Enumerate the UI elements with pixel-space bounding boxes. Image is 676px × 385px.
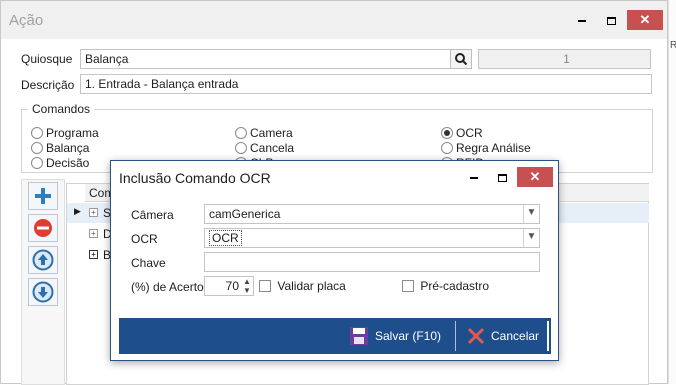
comandos-legend: Comandos — [28, 102, 95, 116]
minimize-icon — [470, 176, 478, 179]
radio-label: Regra Análise — [456, 141, 531, 155]
acerto-value: 70 — [225, 279, 239, 293]
save-icon — [350, 327, 368, 345]
chevron-down-icon[interactable]: ▼ — [523, 205, 539, 223]
quiosque-label: Quiosque — [21, 52, 73, 66]
validar-placa-label: Validar placa — [277, 279, 346, 293]
ocr-select[interactable]: OCR ▼ — [204, 228, 540, 248]
footer-divider — [455, 321, 456, 351]
dialog-close-button[interactable]: ✕ — [517, 167, 553, 187]
radio-label: Cancela — [250, 141, 295, 155]
radio-circle — [31, 142, 43, 154]
checkbox-box — [259, 280, 271, 292]
row-pointer-icon: ▶ — [74, 206, 81, 216]
acerto-label: (%) de Acerto — [131, 280, 204, 294]
minus-circle-icon — [34, 219, 52, 237]
background-window-label: R — [670, 40, 676, 51]
camera-select[interactable]: camGenerica ▼ — [204, 204, 540, 224]
footer-edge — [547, 321, 549, 351]
minimize-button[interactable] — [569, 10, 595, 30]
cancel-label: Cancelar — [491, 329, 540, 343]
remove-button[interactable] — [28, 214, 58, 242]
quiosque-id-field: 1 — [478, 49, 651, 69]
radio-circle — [235, 127, 247, 139]
plus-icon — [35, 188, 51, 204]
spinner-arrows-icon[interactable]: ▲ ▼ — [242, 277, 252, 295]
ocr-command-dialog: Inclusão Comando OCR ✕ Câmera camGeneric… — [110, 160, 559, 361]
expand-icon[interactable]: + — [89, 229, 98, 238]
expand-icon[interactable]: + — [89, 208, 98, 217]
radio-circle-selected — [441, 127, 453, 139]
arrow-up-icon — [32, 249, 54, 271]
chave-label: Chave — [131, 256, 166, 270]
add-button[interactable] — [28, 182, 58, 210]
radio-circle — [441, 142, 453, 154]
arrow-down-icon — [32, 281, 54, 303]
background-window-edge — [668, 0, 676, 384]
radio-label: Programa — [46, 126, 99, 140]
radio-cancela[interactable]: Cancela — [235, 141, 294, 155]
radio-decisao[interactable]: Decisão — [31, 156, 89, 170]
chave-input[interactable] — [204, 252, 540, 272]
cancel-x-icon — [467, 327, 485, 345]
validar-placa-checkbox[interactable]: Validar placa — [259, 279, 346, 293]
radio-ocr[interactable]: OCR — [441, 126, 483, 140]
descricao-field[interactable]: 1. Entrada - Balança entrada — [80, 74, 652, 94]
radio-label: OCR — [456, 126, 483, 140]
search-button[interactable] — [450, 49, 472, 69]
save-button[interactable]: Salvar (F10) — [347, 324, 447, 348]
close-button[interactable]: ✕ — [627, 10, 663, 30]
pre-cadastro-label: Pré-cadastro — [420, 279, 490, 293]
radio-balanca[interactable]: Balança — [31, 141, 89, 155]
dialog-minimize-button[interactable] — [461, 167, 487, 187]
close-icon: ✕ — [529, 169, 541, 184]
maximize-button[interactable] — [598, 10, 624, 30]
dialog-footer: Salvar (F10) Cancelar — [119, 318, 551, 354]
move-down-button[interactable] — [28, 278, 58, 306]
title-bar: Ação ✕ — [1, 1, 667, 39]
maximize-icon — [497, 173, 507, 182]
minimize-icon — [578, 19, 586, 22]
move-up-button[interactable] — [28, 246, 58, 274]
dialog-maximize-button[interactable] — [489, 167, 515, 187]
close-icon: ✕ — [639, 12, 651, 27]
radio-circle — [235, 142, 247, 154]
camera-label: Câmera — [131, 208, 174, 222]
radio-label: Decisão — [46, 156, 90, 170]
maximize-icon — [606, 16, 616, 25]
dialog-title: Inclusão Comando OCR — [119, 170, 271, 186]
radio-label: Balança — [46, 141, 90, 155]
quiosque-field[interactable]: Balança — [80, 49, 472, 69]
search-icon — [455, 53, 468, 66]
radio-programa[interactable]: Programa — [31, 126, 99, 140]
pre-cadastro-checkbox[interactable]: Pré-cadastro — [402, 279, 489, 293]
camera-select-value: camGenerica — [209, 207, 281, 221]
ocr-label: OCR — [131, 232, 158, 246]
chevron-down-icon[interactable]: ▼ — [523, 229, 539, 247]
save-label: Salvar (F10) — [375, 329, 442, 343]
window-title: Ação — [9, 12, 44, 29]
cancel-button[interactable]: Cancelar — [465, 324, 549, 348]
expand-icon[interactable]: + — [89, 250, 98, 259]
radio-circle — [31, 127, 43, 139]
radio-camera[interactable]: Camera — [235, 126, 293, 140]
ocr-select-value: OCR — [209, 230, 242, 246]
radio-label: Camera — [250, 126, 293, 140]
descricao-label: Descrição — [21, 78, 75, 92]
radio-circle — [31, 157, 43, 169]
radio-regra-analise[interactable]: Regra Análise — [441, 141, 531, 155]
checkbox-box — [402, 280, 414, 292]
